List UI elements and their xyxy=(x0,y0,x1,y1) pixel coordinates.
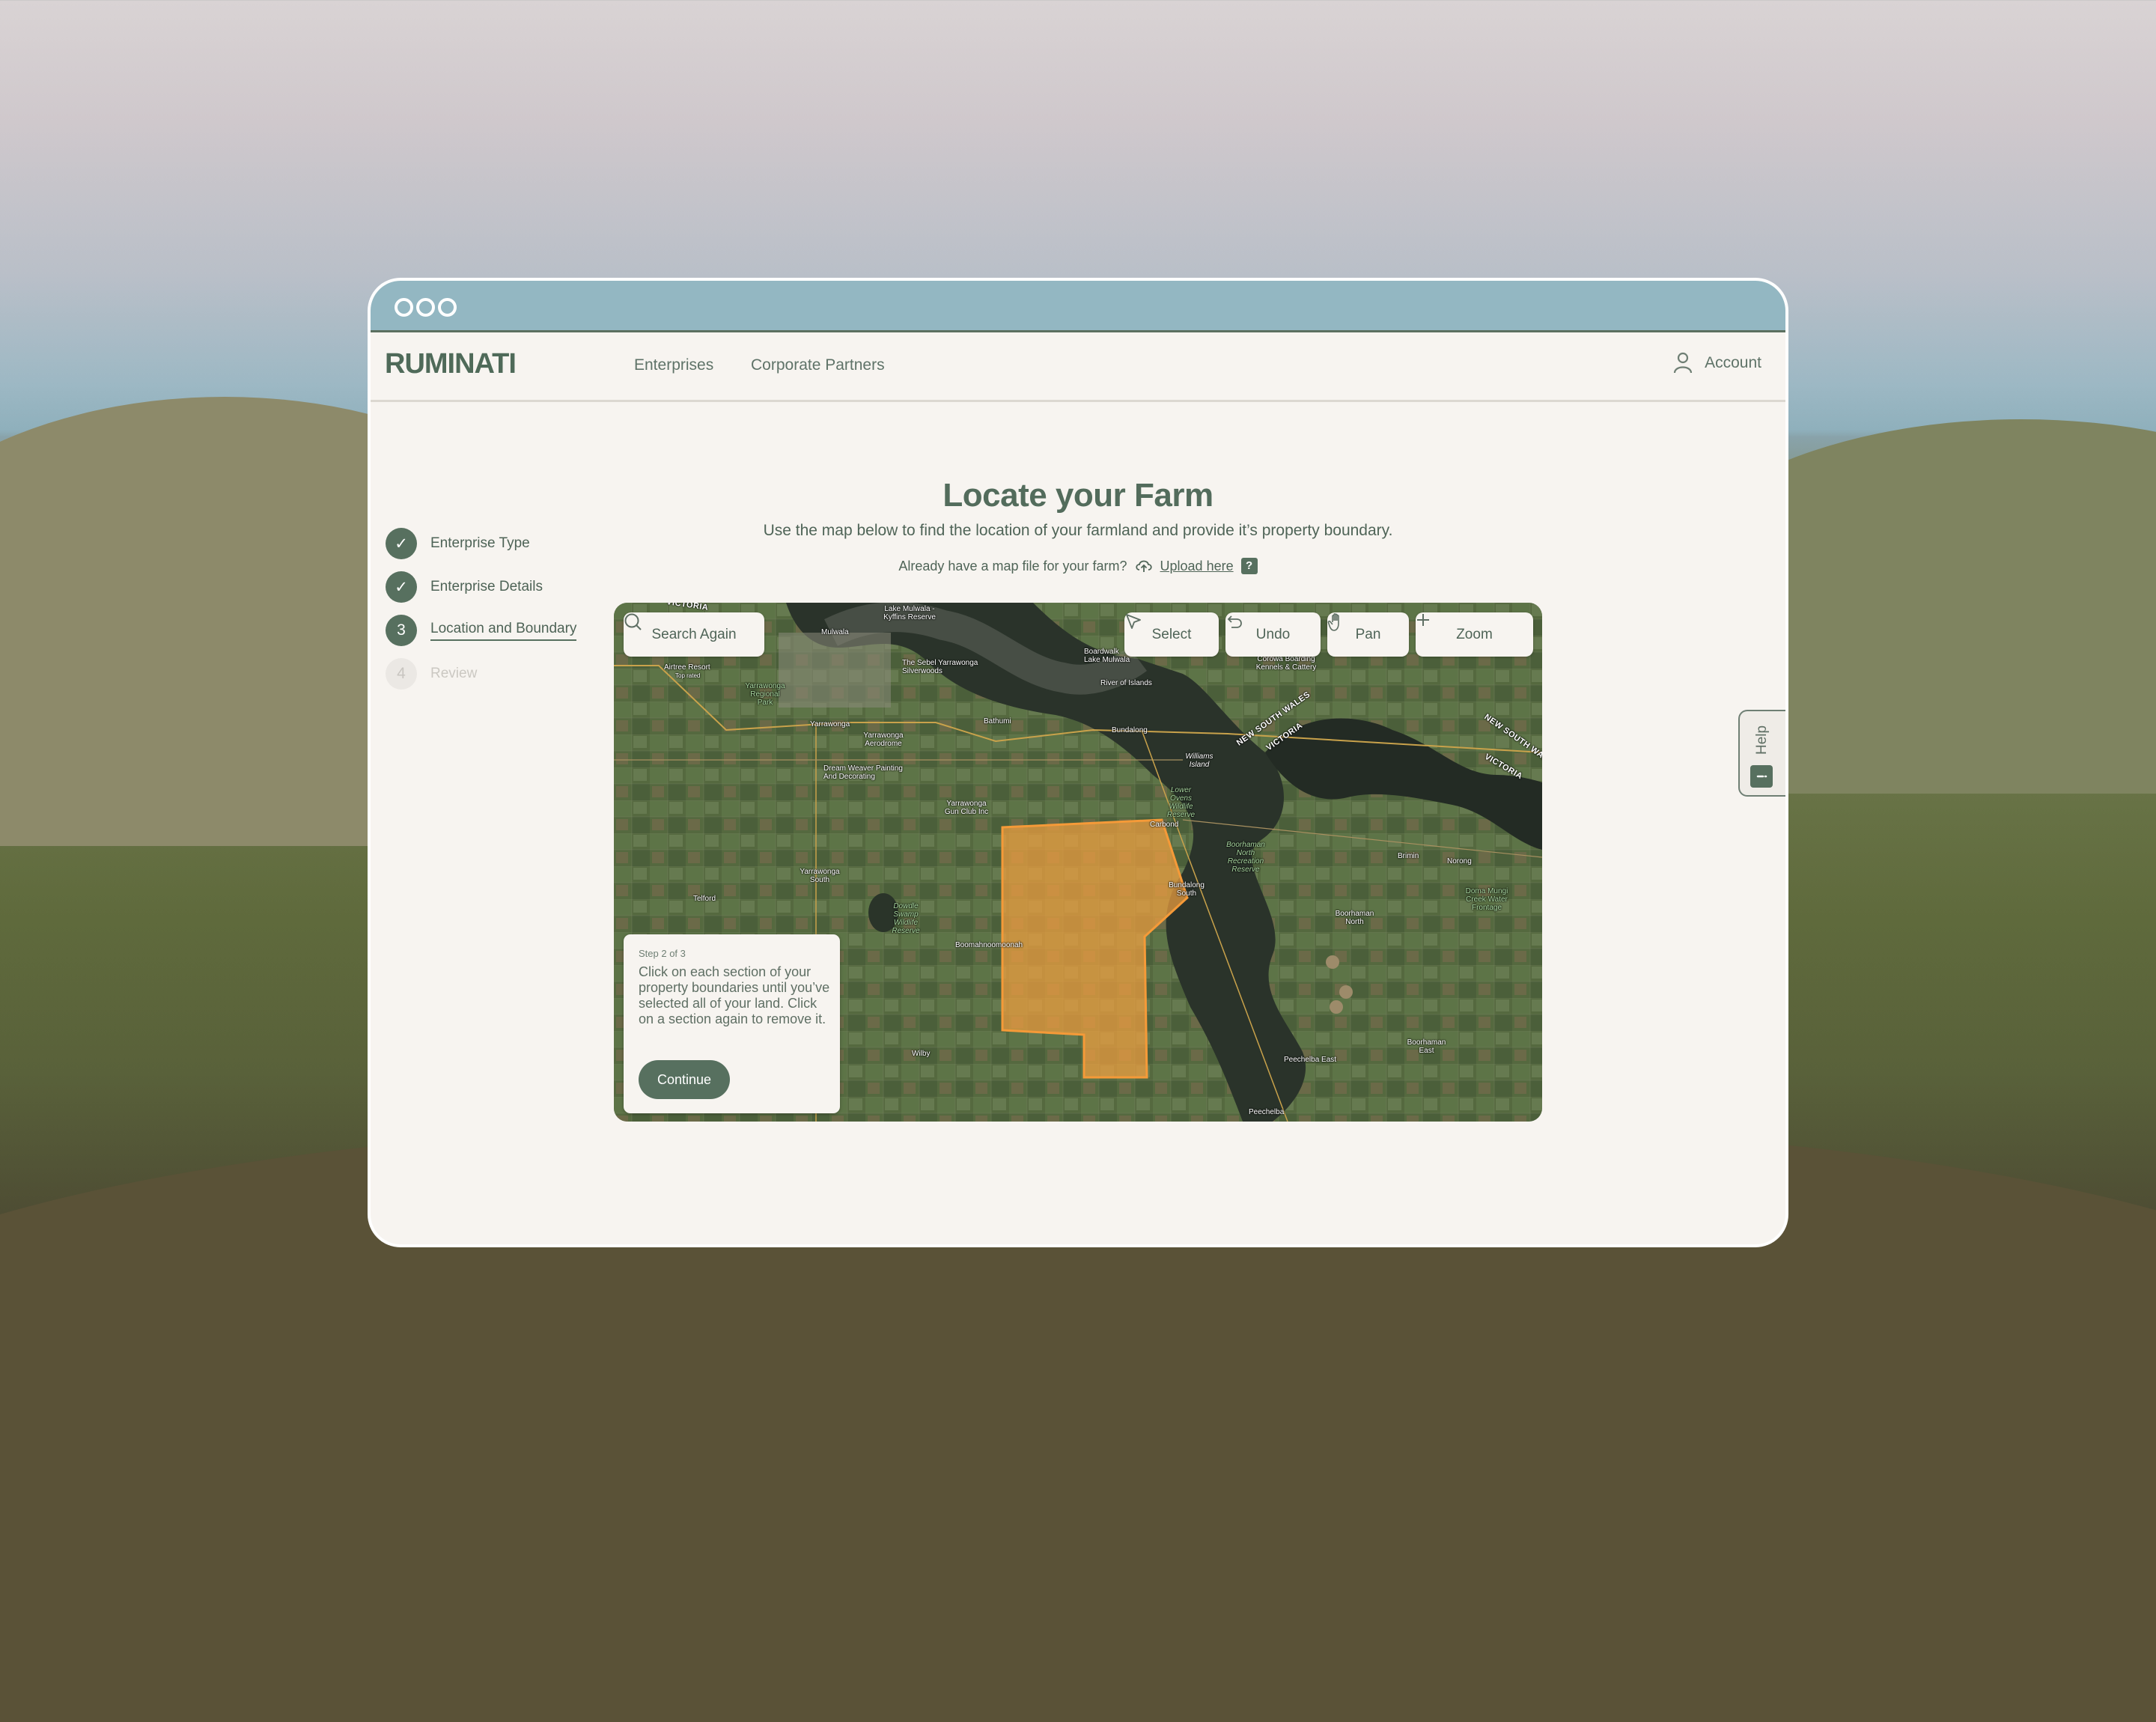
undo-button[interactable]: Undo xyxy=(1225,612,1321,657)
map-label: Telford xyxy=(693,895,716,903)
map-label: Yarrawonga xyxy=(810,720,850,728)
map-label: Boorhaman East xyxy=(1407,1038,1446,1055)
map-label: Boorhaman North xyxy=(1335,910,1374,926)
step-count: Step 2 of 3 xyxy=(639,948,686,959)
map-label: Mulwala xyxy=(821,628,849,636)
help-info-icon xyxy=(1750,765,1773,788)
ruminati-logo[interactable]: RUMINATI xyxy=(385,348,517,380)
top-navigation: RUMINATI Enterprises Corporate Partners … xyxy=(371,332,1785,402)
step-location-and-boundary[interactable]: 3 Location and Boundary xyxy=(386,615,610,646)
map-label: Doma Mungi Creek Water Frontage xyxy=(1465,887,1508,912)
map-label: Top rated xyxy=(675,672,701,679)
step-label: Review xyxy=(430,666,478,681)
pivot-field xyxy=(1330,1000,1343,1014)
help-tab[interactable]: Help xyxy=(1738,710,1785,797)
map-label: Corowa Boarding Kennels & Cattery xyxy=(1255,655,1317,672)
page-title: Locate your Farm xyxy=(943,477,1213,514)
map-label: Norong xyxy=(1447,857,1472,865)
cloud-upload-icon xyxy=(1135,560,1152,572)
map-label: Bundalong xyxy=(1112,726,1148,734)
undo-label: Undo xyxy=(1255,626,1291,642)
step-label: Enterprise Details xyxy=(430,579,543,594)
search-again-label: Search Again xyxy=(651,626,737,642)
map-label: River of Islands xyxy=(1100,679,1152,687)
map-label: Bathumi xyxy=(984,717,1011,725)
zoom-controls: Zoom xyxy=(1416,612,1533,657)
nav-link-corporate-partners[interactable]: Corporate Partners xyxy=(751,356,885,374)
map-label: Yarrawonga South xyxy=(800,868,840,884)
page-subtitle: Use the map below to find the location o… xyxy=(763,522,1393,539)
map-label: Yarrawonga Gun Club Inc xyxy=(944,800,989,816)
map-label: Wilby xyxy=(912,1050,931,1058)
cursor-arrow-icon xyxy=(1126,614,1141,629)
map-label: Bundalong South xyxy=(1169,881,1205,898)
step-label: Location and Boundary xyxy=(430,621,577,641)
map-label: Airtree Resort xyxy=(664,663,710,672)
satellite-map[interactable]: VICTORIA Lake Mulwala - Kyffins Reserve … xyxy=(614,603,1542,1122)
upload-here-link[interactable]: Upload here xyxy=(1160,559,1234,574)
help-question-icon[interactable]: ? xyxy=(1240,558,1258,574)
continue-button[interactable]: Continue xyxy=(639,1060,730,1099)
hand-icon xyxy=(1327,613,1339,631)
map-label: Carbond xyxy=(1150,821,1179,829)
account-menu[interactable]: Account xyxy=(1673,352,1761,374)
pivot-field xyxy=(1326,955,1339,969)
user-icon xyxy=(1674,352,1693,374)
step-review: 4 Review xyxy=(386,658,610,690)
yarrawonga-town xyxy=(779,633,891,708)
map-label: Boorhaman North Recreation Reserve xyxy=(1226,841,1265,874)
browser-window: RUMINATI Enterprises Corporate Partners … xyxy=(371,281,1785,1244)
map-label: Dowdle Swamp Wildlife Reserve xyxy=(892,902,920,935)
pan-tool-button[interactable]: Pan xyxy=(1327,612,1409,657)
map-label: Brimin xyxy=(1398,852,1419,860)
select-label: Select xyxy=(1151,626,1192,642)
map-label: Boomahnoomoonah xyxy=(955,941,1023,949)
map-label: Peechelba East xyxy=(1284,1056,1337,1064)
step-enterprise-details[interactable]: ✓ Enterprise Details xyxy=(386,571,610,603)
map-label: Yarrawonga Regional Park xyxy=(745,682,785,707)
map-label: The Sebel Yarrawonga Silverwoods xyxy=(902,659,978,675)
check-icon: ✓ xyxy=(386,571,417,603)
nav-link-enterprises[interactable]: Enterprises xyxy=(634,356,713,374)
window-dot-minimize[interactable] xyxy=(416,298,435,317)
select-tool-button[interactable]: Select xyxy=(1124,612,1219,657)
window-dot-close[interactable] xyxy=(395,298,413,317)
step-number: 4 xyxy=(386,658,417,690)
search-icon xyxy=(624,613,642,630)
window-titlebar xyxy=(371,281,1785,332)
map-label: Dream Weaver Painting And Decorating xyxy=(823,764,903,781)
upload-prompt-text: Already have a map file for your farm? xyxy=(898,558,1127,574)
pivot-field xyxy=(1339,985,1353,999)
search-again-button[interactable]: Search Again xyxy=(624,612,764,657)
step-number: 3 xyxy=(386,615,417,646)
map-label: Lower Ovens Wildlife Reserve xyxy=(1166,786,1196,819)
instruction-text: Click on each section of your property b… xyxy=(639,964,830,1026)
map-label: Yarrawonga Aerodrome xyxy=(863,731,904,748)
upload-prompt: Already have a map file for your farm? U… xyxy=(371,558,1785,574)
undo-icon xyxy=(1227,615,1242,628)
help-label: Help xyxy=(1754,725,1770,755)
window-dot-maximize[interactable] xyxy=(438,298,457,317)
pan-label: Pan xyxy=(1355,626,1381,642)
map-label: Williams Island xyxy=(1185,752,1213,769)
zoom-label: Zoom xyxy=(1456,626,1493,642)
map-label: Lake Mulwala - Kyffins Reserve xyxy=(883,605,936,621)
map-label: Peechelba xyxy=(1249,1108,1285,1116)
account-label: Account xyxy=(1705,354,1761,371)
zoom-in-icon[interactable] xyxy=(1416,612,1431,627)
instruction-card: Step 2 of 3 Click on each section of you… xyxy=(624,934,840,1113)
